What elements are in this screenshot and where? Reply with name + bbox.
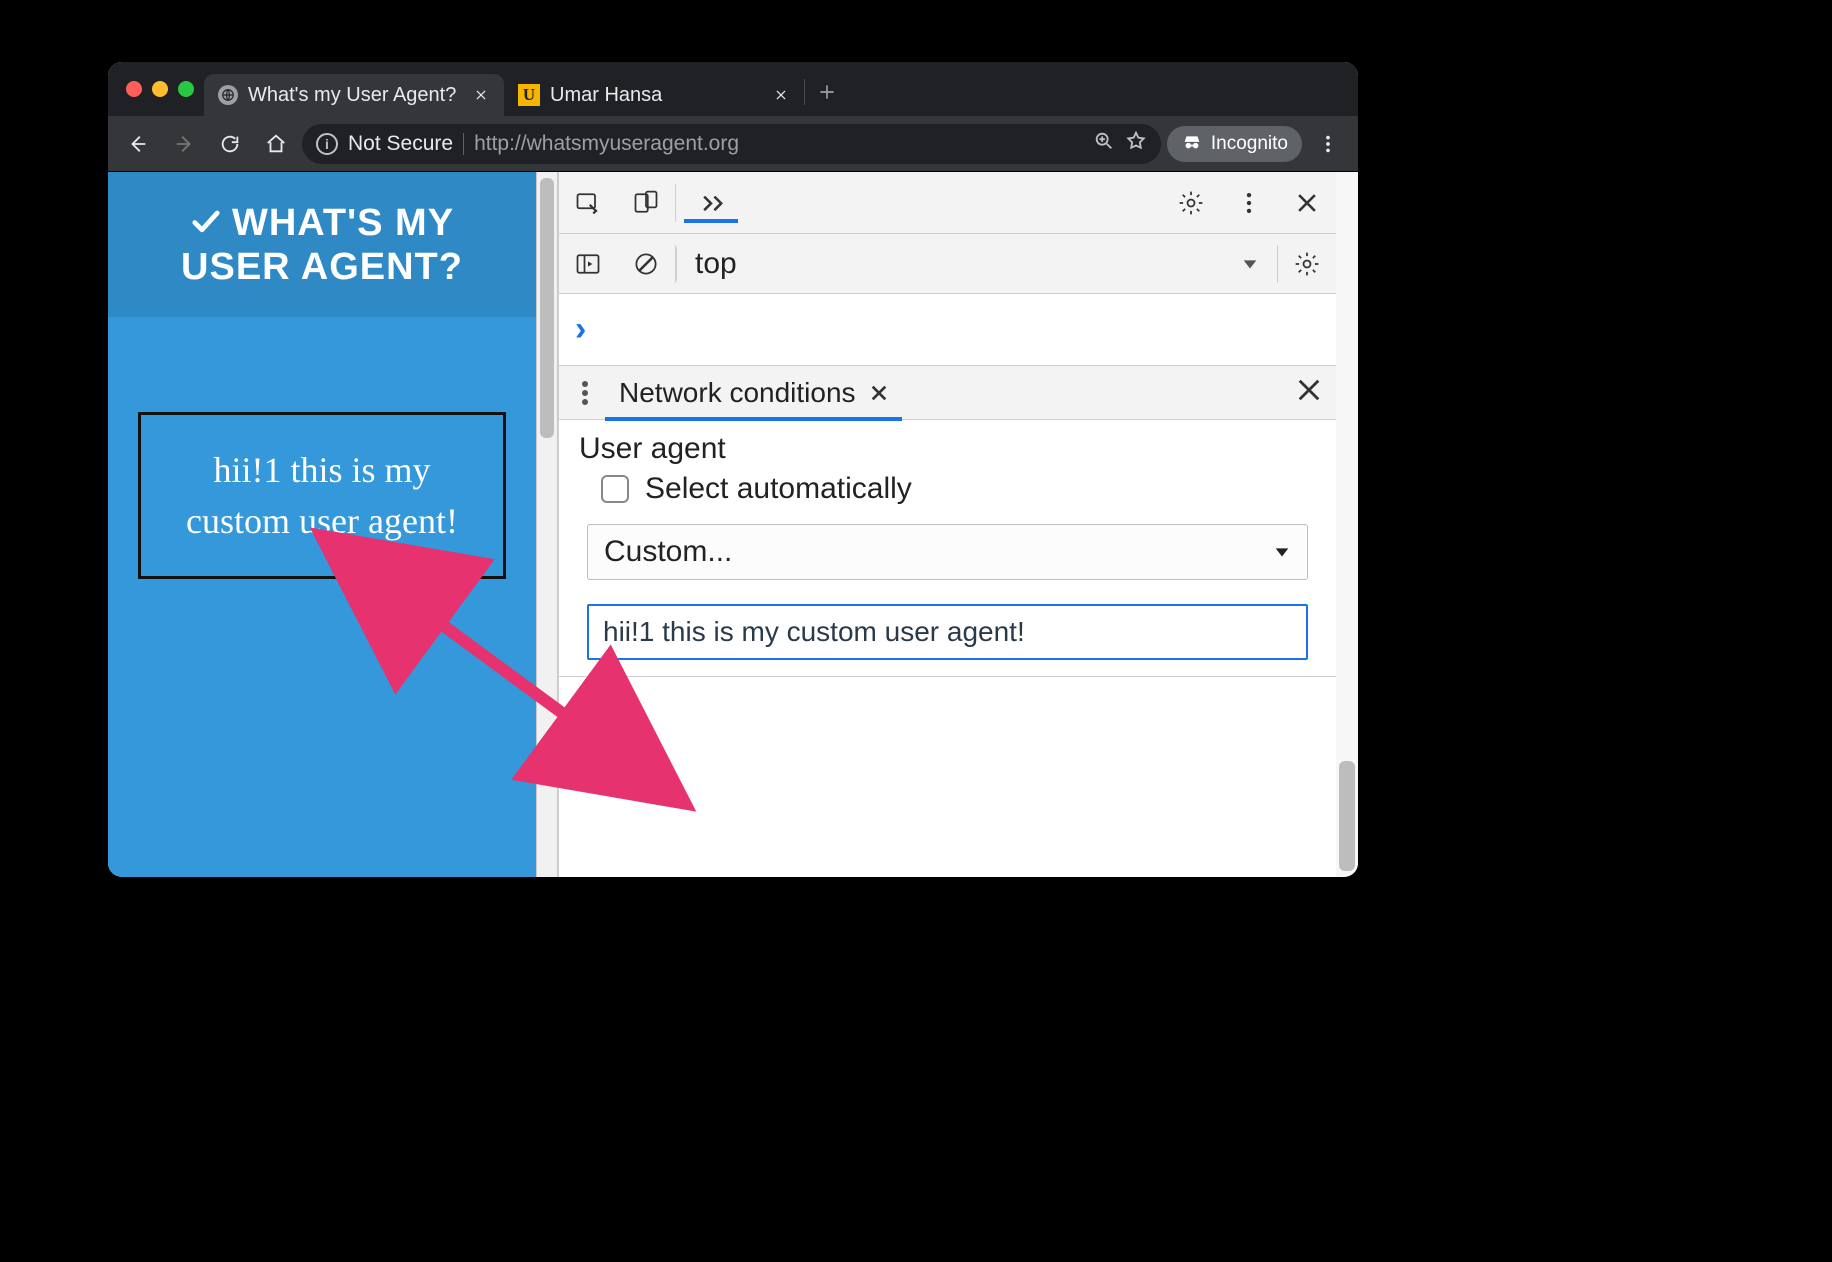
detected-user-agent: hii!1 this is my custom user agent! bbox=[138, 412, 506, 579]
devtools-toolbar bbox=[559, 172, 1336, 234]
back-button[interactable] bbox=[118, 124, 158, 164]
drawer-tabstrip: Network conditions bbox=[559, 366, 1336, 420]
window-controls bbox=[118, 81, 204, 97]
console-input-row[interactable]: › bbox=[559, 294, 1336, 366]
content-area: WHAT'S MY USER AGENT? hii!1 this is my c… bbox=[108, 172, 1358, 877]
custom-user-agent-input[interactable]: hii!1 this is my custom user agent! bbox=[587, 604, 1308, 660]
rendered-page: WHAT'S MY USER AGENT? hii!1 this is my c… bbox=[108, 172, 536, 877]
security-label: Not Secure bbox=[348, 132, 453, 156]
devtools-menu-button[interactable] bbox=[1220, 172, 1278, 234]
drawer-close-button[interactable] bbox=[1296, 377, 1330, 408]
devtools-more-tabs-button[interactable] bbox=[676, 183, 746, 222]
devtools-scrollbar[interactable] bbox=[1336, 172, 1358, 877]
scrollbar-thumb[interactable] bbox=[540, 178, 554, 438]
new-tab-button[interactable] bbox=[809, 74, 845, 110]
drawer-tab-network-conditions[interactable]: Network conditions bbox=[605, 366, 902, 420]
window-close-button[interactable] bbox=[126, 81, 142, 97]
toolbar: i Not Secure http://whatsmyuseragent.org… bbox=[108, 116, 1358, 172]
browser-window: What's my User Agent? U Umar Hansa bbox=[108, 62, 1358, 877]
forward-button[interactable] bbox=[164, 124, 204, 164]
tab-strip: What's my User Agent? U Umar Hansa bbox=[108, 62, 1358, 116]
omnibox-divider bbox=[463, 133, 464, 155]
dropdown-triangle-icon bbox=[1241, 247, 1259, 281]
select-value: Custom... bbox=[604, 535, 732, 569]
context-label: top bbox=[695, 247, 737, 281]
devtools-drawer: Network conditions User agent S bbox=[559, 366, 1336, 677]
devtools-close-button[interactable] bbox=[1278, 172, 1336, 234]
drawer-tab-label: Network conditions bbox=[619, 377, 856, 409]
page-title-line1: WHAT'S MY bbox=[232, 202, 454, 246]
bookmark-star-icon[interactable] bbox=[1125, 130, 1147, 158]
devtools-panel: top › bbox=[558, 172, 1336, 877]
clear-console-button[interactable] bbox=[617, 233, 675, 295]
console-filter-bar: top bbox=[559, 234, 1336, 294]
tab-close-button[interactable] bbox=[772, 86, 790, 104]
zoom-icon[interactable] bbox=[1093, 130, 1115, 158]
user-agent-preset-select[interactable]: Custom... bbox=[587, 524, 1308, 580]
network-conditions-pane: User agent Select automatically Custom..… bbox=[559, 420, 1336, 676]
tab-separator bbox=[804, 79, 805, 105]
home-button[interactable] bbox=[256, 124, 296, 164]
drawer-menu-button[interactable] bbox=[565, 380, 605, 406]
url-text: http://whatsmyuseragent.org bbox=[474, 132, 739, 156]
dropdown-triangle-icon bbox=[1273, 535, 1291, 569]
site-info-icon[interactable]: i bbox=[316, 133, 338, 155]
incognito-indicator: Incognito bbox=[1167, 126, 1302, 162]
window-zoom-button[interactable] bbox=[178, 81, 194, 97]
tab-umar-hansa[interactable]: U Umar Hansa bbox=[504, 74, 804, 116]
console-prompt-icon: › bbox=[575, 310, 586, 349]
select-automatically-checkbox[interactable] bbox=[601, 475, 629, 503]
checkmark-icon bbox=[190, 205, 222, 242]
favicon-u-icon: U bbox=[518, 84, 540, 106]
incognito-label: Incognito bbox=[1211, 133, 1288, 155]
tab-close-button[interactable] bbox=[472, 86, 490, 104]
window-minimize-button[interactable] bbox=[152, 81, 168, 97]
section-title-user-agent: User agent bbox=[579, 432, 1318, 466]
inspect-element-button[interactable] bbox=[559, 172, 617, 234]
select-automatically-row[interactable]: Select automatically bbox=[601, 472, 1318, 506]
browser-menu-button[interactable] bbox=[1308, 124, 1348, 164]
reload-button[interactable] bbox=[210, 124, 250, 164]
page-hero: WHAT'S MY USER AGENT? bbox=[108, 172, 536, 317]
console-sidebar-toggle[interactable] bbox=[559, 233, 617, 295]
globe-icon bbox=[218, 85, 238, 105]
execution-context-selector[interactable]: top bbox=[676, 247, 1277, 281]
tab-whats-my-user-agent[interactable]: What's my User Agent? bbox=[204, 74, 504, 116]
toggle-device-toolbar-button[interactable] bbox=[617, 172, 675, 234]
select-automatically-label: Select automatically bbox=[645, 472, 912, 506]
page-title-line2: USER AGENT? bbox=[128, 246, 516, 290]
tab-title: Umar Hansa bbox=[550, 84, 762, 107]
devtools-settings-button[interactable] bbox=[1162, 172, 1220, 234]
address-bar[interactable]: i Not Secure http://whatsmyuseragent.org bbox=[302, 124, 1161, 164]
incognito-icon bbox=[1181, 130, 1203, 158]
custom-user-agent-value: hii!1 this is my custom user agent! bbox=[603, 616, 1025, 648]
console-settings-button[interactable] bbox=[1278, 233, 1336, 295]
page-scrollbar[interactable] bbox=[536, 172, 558, 877]
drawer-tab-close-button[interactable] bbox=[870, 377, 888, 409]
tab-title: What's my User Agent? bbox=[248, 84, 462, 107]
scrollbar-thumb[interactable] bbox=[1339, 761, 1355, 871]
